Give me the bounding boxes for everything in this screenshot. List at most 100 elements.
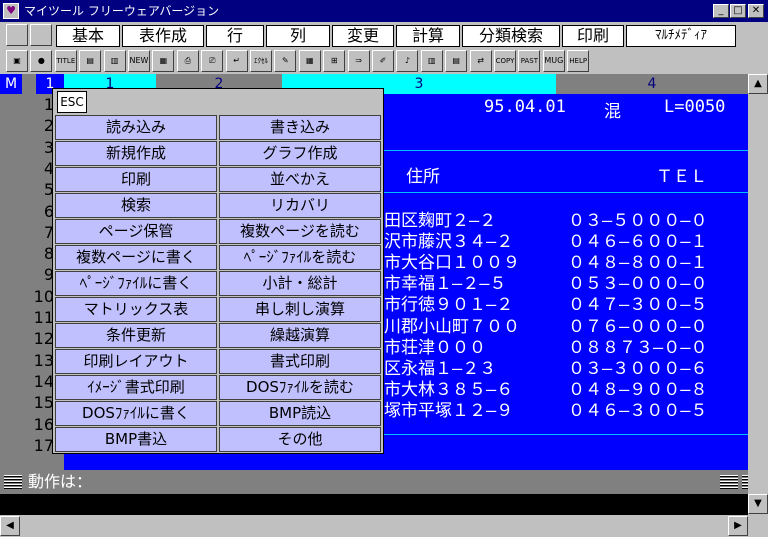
basic-menu-popup: ESC 読み込み 新規作成 印刷 検索 ページ保管 複数ページに書く ﾍﾟｰｼﾞﾌｧｲﾙに書… [52, 88, 384, 454]
calculator-icon[interactable] [6, 24, 28, 46]
copy-window-icon[interactable]: ▤ [79, 50, 102, 72]
tab-classify-search[interactable]: 分類検索 [462, 25, 560, 47]
tab-table-create[interactable]: 表作成 [122, 25, 204, 47]
book-icon[interactable]: ▥ [420, 50, 443, 72]
row-number[interactable]: 16 [0, 414, 54, 435]
menu-button[interactable]: 新規作成 [55, 141, 217, 166]
row-number[interactable]: 14 [0, 371, 54, 392]
column-header-cell[interactable]: 4 [556, 74, 748, 94]
table-icon[interactable]: ▦ [298, 50, 321, 72]
print-setup-icon[interactable]: ⎚ [201, 50, 224, 72]
row-number[interactable]: 9 [0, 264, 54, 285]
mug-icon[interactable]: MUG [542, 50, 565, 72]
menu-button[interactable]: 繰越演算 [219, 323, 381, 348]
title-bar: ♥ マイツール フリーウェアバージョン _ □ ✕ [0, 0, 768, 22]
record-address[interactable]: 塚市平塚１２—９ [384, 396, 513, 421]
tab-row[interactable]: 行 [206, 25, 264, 47]
frame-icon[interactable]: ▥ [103, 50, 126, 72]
scroll-right-button[interactable]: ▶ [728, 516, 748, 536]
sound-icon[interactable]: ♪ [396, 50, 419, 72]
menu-button[interactable]: その他 [219, 427, 381, 452]
title-icon[interactable]: TITLE [54, 50, 77, 72]
insert-icon[interactable]: ⊞ [323, 50, 346, 72]
record-tel[interactable]: ０４６—３００—５ [568, 396, 707, 421]
menu-button[interactable]: 印刷 [55, 167, 217, 192]
window-title: マイツール フリーウェアバージョン [24, 4, 220, 18]
esc-button[interactable]: ESC [57, 91, 87, 113]
tab-calculate[interactable]: 計算 [396, 25, 460, 47]
menu-button[interactable]: ｲﾒｰｼﾞ書式印刷 [55, 375, 217, 400]
row-number[interactable]: 3 [0, 137, 54, 158]
row-number[interactable]: 12 [0, 328, 54, 349]
tab-change[interactable]: 変更 [332, 25, 394, 47]
menu-button[interactable]: 複数ページに書く [55, 245, 217, 270]
minimize-button[interactable]: _ [713, 4, 729, 18]
swap-icon[interactable]: ⇄ [469, 50, 492, 72]
window-icon[interactable]: ▣ [6, 50, 28, 72]
enter-icon[interactable]: ↵ [225, 50, 248, 72]
menu-button[interactable]: DOSﾌｧｲﾙに書く [55, 401, 217, 426]
tab-multimedia[interactable]: ﾏﾙﾁﾒﾃﾞｨｱ [626, 25, 736, 47]
app-icon[interactable]: ♥ [3, 3, 19, 19]
tab-column[interactable]: 列 [266, 25, 330, 47]
row-number[interactable]: 5 [0, 179, 54, 200]
horizontal-scrollbar[interactable]: ◀ ▶ [0, 515, 768, 537]
epage-icon[interactable]: ｴｸｾﾙﾍﾟｰｼﾞ [250, 50, 272, 72]
copy-icon[interactable]: COPY [494, 50, 516, 72]
row-number[interactable]: 13 [0, 350, 54, 371]
scroll-left-button[interactable]: ◀ [0, 516, 20, 536]
row-number[interactable]: 7 [0, 222, 54, 243]
row-number[interactable]: 15 [0, 392, 54, 413]
status-bar: 動作は： [0, 470, 768, 494]
menu-button[interactable]: 小計・総計 [219, 271, 381, 296]
menu-button[interactable]: BMP読込 [219, 401, 381, 426]
row-number[interactable]: 8 [0, 243, 54, 264]
sheet-length: L=0050 [664, 97, 726, 117]
save-icon[interactable]: ▦ [152, 50, 175, 72]
menu-button[interactable]: ページ保管 [55, 219, 217, 244]
row-number[interactable]: 2 [0, 115, 54, 136]
row-number[interactable]: 6 [0, 201, 54, 222]
help-icon[interactable]: HELP [567, 50, 590, 72]
pen-icon[interactable]: ✐ [372, 50, 394, 72]
scroll-up-button[interactable]: ▲ [748, 74, 768, 94]
menu-button[interactable]: 検索 [55, 193, 217, 218]
header-tel: ＴＥＬ [656, 167, 707, 187]
close-button[interactable]: ✕ [748, 4, 764, 18]
maximize-button[interactable]: □ [730, 4, 746, 18]
paste-icon[interactable]: PAST [518, 50, 541, 72]
menu-button[interactable]: DOSﾌｧｲﾙを読む [219, 375, 381, 400]
list-icon[interactable] [30, 24, 52, 46]
row-number[interactable]: 4 [0, 158, 54, 179]
tab-basic[interactable]: 基本 [56, 25, 120, 47]
print-icon[interactable]: ⎙ [176, 50, 199, 72]
menu-button[interactable]: リカバリ [219, 193, 381, 218]
new-icon[interactable]: NEW [128, 50, 150, 72]
menu-button[interactable]: 書き込み [219, 115, 381, 140]
color-icon[interactable]: ● [30, 50, 53, 72]
row-number[interactable]: 11 [0, 307, 54, 328]
menu-button[interactable]: 串し刺し演算 [219, 297, 381, 322]
menu-button[interactable]: グラフ作成 [219, 141, 381, 166]
menu-button[interactable]: 読み込み [55, 115, 217, 140]
grid-divider [384, 434, 748, 435]
note-icon[interactable]: ▤ [445, 50, 468, 72]
menu-button[interactable]: 条件更新 [55, 323, 217, 348]
vertical-scrollbar[interactable]: ▲ ▼ [748, 74, 768, 515]
menu-button[interactable]: 印刷レイアウト [55, 349, 217, 374]
row-number[interactable]: 1 [0, 94, 54, 115]
arrow-doc-icon[interactable]: ⇒ [347, 50, 370, 72]
scroll-down-button[interactable]: ▼ [748, 494, 768, 514]
row-number[interactable]: 10 [0, 286, 54, 307]
tab-print[interactable]: 印刷 [562, 25, 624, 47]
menu-button[interactable]: マトリックス表 [55, 297, 217, 322]
menu-button[interactable]: ﾍﾟｰｼﾞﾌｧｲﾙを読む [219, 245, 381, 270]
menu-button[interactable]: ﾍﾟｰｼﾞﾌｧｲﾙに書く [55, 271, 217, 296]
mode-indicator: M [0, 74, 22, 94]
menu-button[interactable]: 書式印刷 [219, 349, 381, 374]
row-number[interactable]: 17 [0, 435, 54, 456]
menu-button[interactable]: 並べかえ [219, 167, 381, 192]
edit-icon[interactable]: ✎ [274, 50, 297, 72]
menu-button[interactable]: 複数ページを読む [219, 219, 381, 244]
menu-button[interactable]: BMP書込 [55, 427, 217, 452]
